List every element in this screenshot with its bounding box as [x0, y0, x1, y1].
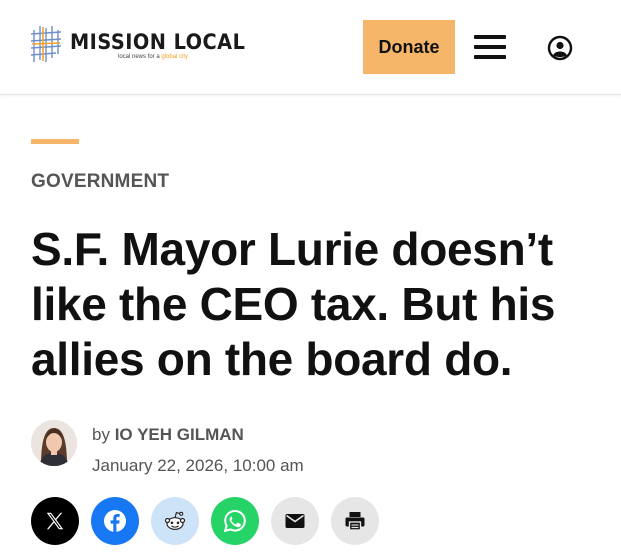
article-headline: S.F. Mayor Lurie doesn’t like the CEO ta… — [31, 223, 556, 385]
author-avatar-image — [31, 420, 77, 466]
site-header: MISSION LOCAL local news for a global ci… — [0, 0, 621, 95]
logo-mark-icon — [30, 26, 62, 62]
category-link[interactable]: GOVERNMENT — [31, 171, 169, 193]
donate-button[interactable]: Donate — [363, 20, 455, 74]
share-print-button[interactable] — [331, 497, 379, 545]
reddit-icon — [164, 511, 186, 530]
accent-bar — [31, 139, 79, 144]
share-reddit-button[interactable] — [151, 497, 199, 545]
author-link[interactable]: IO YEH GILMAN — [115, 425, 244, 444]
author-avatar[interactable] — [31, 420, 77, 466]
menu-button[interactable] — [472, 32, 508, 62]
hamburger-menu-icon — [474, 55, 506, 59]
hamburger-menu-icon — [474, 45, 506, 49]
whatsapp-icon — [223, 509, 246, 533]
logo-name: MISSION LOCAL — [70, 30, 246, 54]
share-buttons — [31, 497, 379, 545]
byline: by IO YEH GILMAN — [92, 425, 244, 445]
x-icon — [46, 512, 64, 530]
publish-date: January 22, 2026, 10:00 am — [92, 456, 304, 475]
logo-tagline-highlight: global city — [161, 54, 189, 60]
user-account-icon[interactable] — [547, 35, 573, 61]
print-icon — [345, 512, 365, 531]
hamburger-menu-icon — [474, 35, 506, 39]
share-email-button[interactable] — [271, 497, 319, 545]
facebook-icon — [104, 510, 126, 532]
share-x-button[interactable] — [31, 497, 79, 545]
logo-tagline-prefix: local news for a — [118, 54, 162, 60]
logo-tagline: local news for a global city — [118, 54, 261, 60]
share-facebook-button[interactable] — [91, 497, 139, 545]
email-icon — [285, 514, 305, 528]
logo-wordmark: MISSION LOCAL local news for a global ci… — [70, 30, 261, 60]
byline-prefix: by — [92, 425, 110, 444]
share-whatsapp-button[interactable] — [211, 497, 259, 545]
site-logo[interactable]: MISSION LOCAL local news for a global ci… — [30, 24, 261, 64]
